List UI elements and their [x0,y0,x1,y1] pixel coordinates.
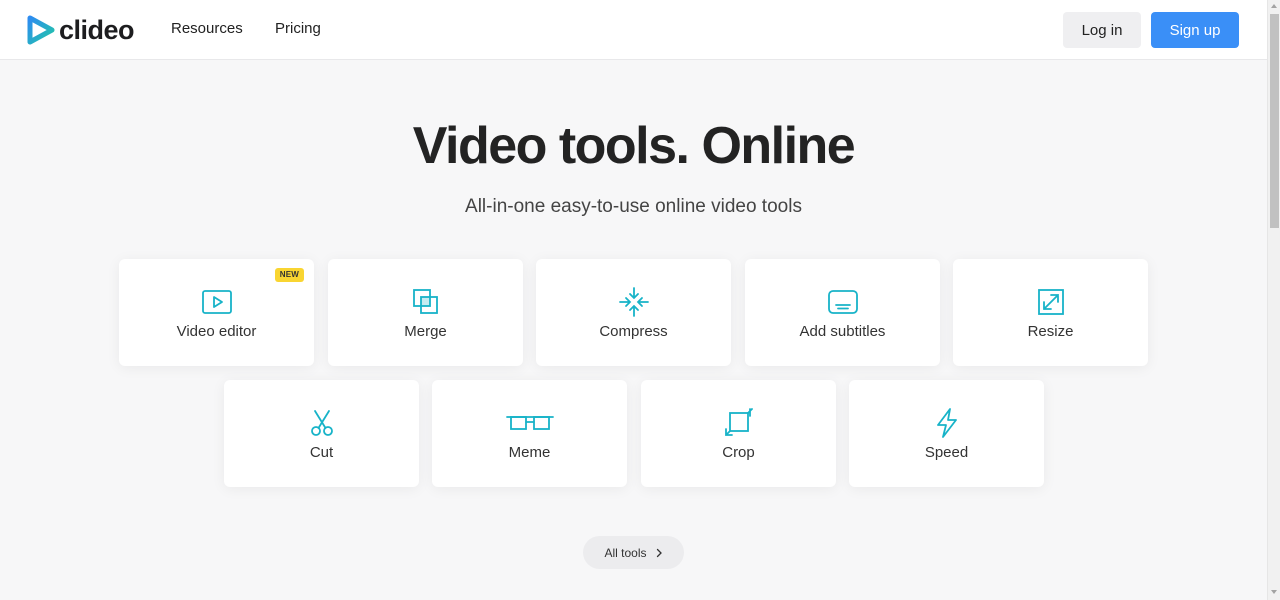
top-nav-bar: clideo Resources Pricing Log in Sign up [0,0,1267,60]
tool-card-compress[interactable]: Compress [536,259,731,366]
lightning-icon [931,408,963,438]
scroll-thumb[interactable] [1270,14,1279,228]
page-subtitle: All-in-one easy-to-use online video tool… [465,196,802,217]
crop-icon [723,408,755,438]
tool-card-speed[interactable]: Speed [849,380,1044,487]
page-title: Video tools. Online [412,117,856,175]
compress-icon [618,287,650,317]
all-tools-button[interactable]: All tools [583,536,684,569]
nav-pricing[interactable]: Pricing [275,20,321,37]
tool-label: Resize [1027,323,1074,340]
tool-label: Compress [599,323,668,340]
tool-card-crop[interactable]: Crop [641,380,836,487]
scroll-up-icon[interactable] [1271,4,1277,8]
tool-card-cut[interactable]: Cut [224,380,419,487]
logo-play-icon [27,15,55,45]
tool-card-resize[interactable]: Resize [953,259,1148,366]
tool-label: Crop [722,444,755,461]
tool-label: Video editor [176,323,257,340]
subtitles-icon [827,287,859,317]
tool-card-add-subtitles[interactable]: Add subtitles [745,259,940,366]
tool-label: Speed [924,444,969,461]
resize-icon [1035,287,1067,317]
scissors-icon [306,408,338,438]
login-button[interactable]: Log in [1063,12,1141,48]
tool-label: Meme [508,444,551,461]
nav-resources[interactable]: Resources [171,20,243,37]
meme-icon [506,408,554,438]
tool-card-video-editor[interactable]: NEW Video editor [119,259,314,366]
tool-label: Cut [309,444,334,461]
scroll-down-icon[interactable] [1271,590,1277,594]
play-icon [201,287,233,317]
tool-card-meme[interactable]: Meme [432,380,627,487]
merge-icon [410,287,442,317]
all-tools-label: All tools [604,545,647,560]
new-badge: NEW [274,268,304,282]
clideo-logo[interactable]: clideo [27,14,135,45]
tool-label: Add subtitles [799,323,886,340]
signup-button[interactable]: Sign up [1151,12,1239,48]
brand-name: clideo [59,14,135,45]
tool-label: Merge [404,323,447,340]
tool-card-merge[interactable]: Merge [328,259,523,366]
chevron-right-icon [656,548,662,557]
page-scrollbar[interactable] [1267,0,1280,600]
